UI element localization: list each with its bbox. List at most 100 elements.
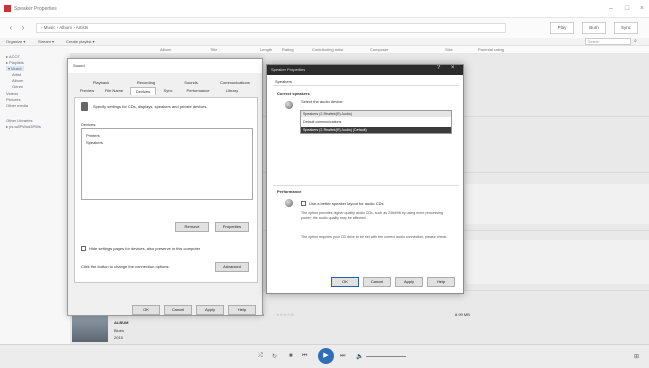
- burn-tab[interactable]: Burn: [582, 22, 606, 34]
- column-size[interactable]: Size: [445, 47, 453, 52]
- sync-tab[interactable]: Sync: [614, 22, 638, 34]
- play-button[interactable]: ▶: [318, 348, 334, 364]
- sidebar-item-pictures[interactable]: Pictures: [6, 97, 20, 102]
- tab-sounds[interactable]: Sounds: [176, 79, 206, 87]
- sound-dialog-title-bar: Sound: [68, 59, 262, 73]
- tab-recording[interactable]: Recording: [131, 79, 161, 87]
- hide-settings-label: Hide settings pages for devices, also pr…: [89, 246, 201, 251]
- remove-button[interactable]: Remove: [175, 222, 209, 232]
- tab-sync[interactable]: Sync: [158, 87, 178, 95]
- organize-menu[interactable]: Organize ▾: [6, 39, 25, 44]
- properties-button[interactable]: Properties: [215, 222, 249, 232]
- playback-controls: ⤮ ↻ ■ ⏮ ▶ ⏭ 🔈 ⊞: [0, 344, 649, 368]
- tab-library[interactable]: Library: [218, 87, 246, 95]
- sidebar-item-other-media[interactable]: Other media: [6, 103, 28, 108]
- better-layout-label: Use a better speaker layout for audio CD…: [309, 201, 384, 206]
- help-button[interactable]: Help: [427, 277, 455, 287]
- sidebar-item-music[interactable]: ▾ Music: [6, 66, 24, 71]
- tab-preview[interactable]: Preview: [76, 87, 98, 95]
- ok-button[interactable]: OK: [331, 277, 359, 287]
- app-icon: [4, 5, 11, 12]
- tab-file-name[interactable]: File Name: [100, 87, 128, 95]
- device-item-printers[interactable]: Printers: [86, 133, 100, 138]
- sidebar-item-genre[interactable]: Genre: [12, 84, 23, 89]
- hide-settings-checkbox[interactable]: [81, 246, 86, 251]
- toolbar: Organize ▾ Stream ▾ Create playlist ▾ Se…: [0, 38, 649, 46]
- sidebar-item-library-user[interactable]: ▸ ps.w8PWsd3PWs: [6, 124, 41, 129]
- forward-icon[interactable]: ›: [18, 24, 28, 32]
- close-icon[interactable]: ×: [451, 65, 455, 71]
- column-title[interactable]: Title: [210, 47, 217, 52]
- tab-communications[interactable]: Communications: [216, 79, 254, 87]
- apply-button[interactable]: Apply: [395, 277, 423, 287]
- speaker-dialog-title-bar: Speaker Properties ? ×: [267, 65, 463, 75]
- sidebar-item-acot[interactable]: ▸ ACOT: [6, 54, 20, 59]
- divider: [273, 85, 459, 86]
- album-genre: Blues: [114, 328, 125, 333]
- sound-dialog: Sound Playback Recording Sounds Communic…: [67, 58, 263, 316]
- album-year: 2015: [114, 335, 123, 340]
- tab-performance[interactable]: Performance: [180, 87, 216, 95]
- column-album[interactable]: Album: [160, 47, 171, 52]
- create-playlist-menu[interactable]: Create playlist ▾: [66, 39, 94, 44]
- search-icon[interactable]: ⌕: [634, 38, 637, 44]
- list-item[interactable]: [466, 240, 649, 284]
- volume-slider[interactable]: [366, 356, 406, 357]
- ok-button[interactable]: OK: [132, 305, 160, 315]
- switch-view-icon[interactable]: ⊞: [634, 353, 639, 360]
- minimize-icon[interactable]: –: [604, 4, 618, 14]
- cancel-button[interactable]: Cancel: [164, 305, 192, 315]
- sound-dialog-tabs: Playback Recording Sounds Communications…: [76, 79, 256, 97]
- performance-paragraph-1: The option provides higher quality audio…: [301, 211, 443, 220]
- maximize-icon[interactable]: □: [620, 4, 634, 14]
- stream-menu[interactable]: Stream ▾: [38, 39, 54, 44]
- repeat-icon[interactable]: ↻: [272, 353, 277, 360]
- volume-icon[interactable]: 🔈: [356, 353, 363, 360]
- play-tab[interactable]: Play: [550, 22, 574, 34]
- cancel-button[interactable]: Cancel: [363, 277, 391, 287]
- section-performance: Performance: [277, 189, 302, 194]
- column-parental-rating[interactable]: Parental rating: [478, 47, 504, 52]
- sidebar-item-playlists[interactable]: ▸ Playlists: [6, 60, 24, 65]
- apply-button[interactable]: Apply: [196, 305, 224, 315]
- better-layout-checkbox[interactable]: [301, 201, 306, 206]
- devices-list[interactable]: Printers Speakers: [81, 128, 253, 200]
- column-rating[interactable]: Rating: [282, 47, 294, 52]
- back-icon[interactable]: ‹: [6, 24, 16, 32]
- search-input[interactable]: Search: [585, 38, 631, 45]
- tab-playback[interactable]: Playback: [86, 79, 116, 87]
- breadcrumb[interactable]: › Music › Album › Artists: [36, 23, 506, 33]
- next-icon[interactable]: ⏭: [340, 353, 345, 360]
- column-length[interactable]: Length: [260, 47, 272, 52]
- sidebar-item-videos[interactable]: Videos: [6, 91, 18, 96]
- column-contributing-artist[interactable]: Contributing artist: [312, 47, 343, 52]
- shuffle-icon[interactable]: ⤮: [258, 353, 263, 360]
- tab-devices[interactable]: Devices: [130, 87, 156, 95]
- speaker-icon: [285, 101, 293, 109]
- list-item[interactable]: [466, 184, 649, 224]
- speakers-tab[interactable]: Speakers: [275, 79, 292, 84]
- device-item-speakers[interactable]: Speakers: [86, 140, 103, 145]
- help-button[interactable]: Help: [228, 305, 256, 315]
- title-bar: Speaker Properties – □ ×: [0, 0, 649, 18]
- device-option[interactable]: Speakers (2-Realtek(R) Audio): [301, 111, 451, 117]
- device-option[interactable]: Default communications: [301, 119, 451, 125]
- devices-panel: Specify settings for CDs, displays, spea…: [74, 97, 258, 283]
- nav-bar: ‹ › › Music › Album › Artists Play Burn …: [0, 18, 649, 38]
- previous-icon[interactable]: ⏮: [302, 353, 307, 360]
- advanced-button[interactable]: Advanced: [215, 262, 249, 272]
- speaker-properties-dialog: Speaker Properties ? × Speakers Correct …: [266, 64, 464, 294]
- devices-label: Devices:: [81, 122, 97, 127]
- device-option-selected[interactable]: Speakers (2-Realtek(R) Audio) (Default): [301, 127, 451, 133]
- help-icon[interactable]: ?: [437, 65, 440, 71]
- close-icon[interactable]: ×: [635, 4, 649, 14]
- sidebar-item-album[interactable]: Album: [12, 78, 23, 83]
- play-icon: ▶: [323, 352, 329, 359]
- column-composer[interactable]: Composer: [370, 47, 388, 52]
- navigation-pane: ▸ ACOT ▸ Playlists ▾ Music Artist Album …: [0, 46, 70, 346]
- track-rating[interactable]: ☆☆☆☆☆: [276, 312, 294, 317]
- stop-icon[interactable]: ■: [289, 353, 293, 359]
- sidebar-item-artist[interactable]: Artist: [12, 72, 21, 77]
- sidebar-item-other-libraries[interactable]: Other Libraries: [6, 118, 32, 123]
- select-device-label: Select the audio device:: [301, 99, 344, 104]
